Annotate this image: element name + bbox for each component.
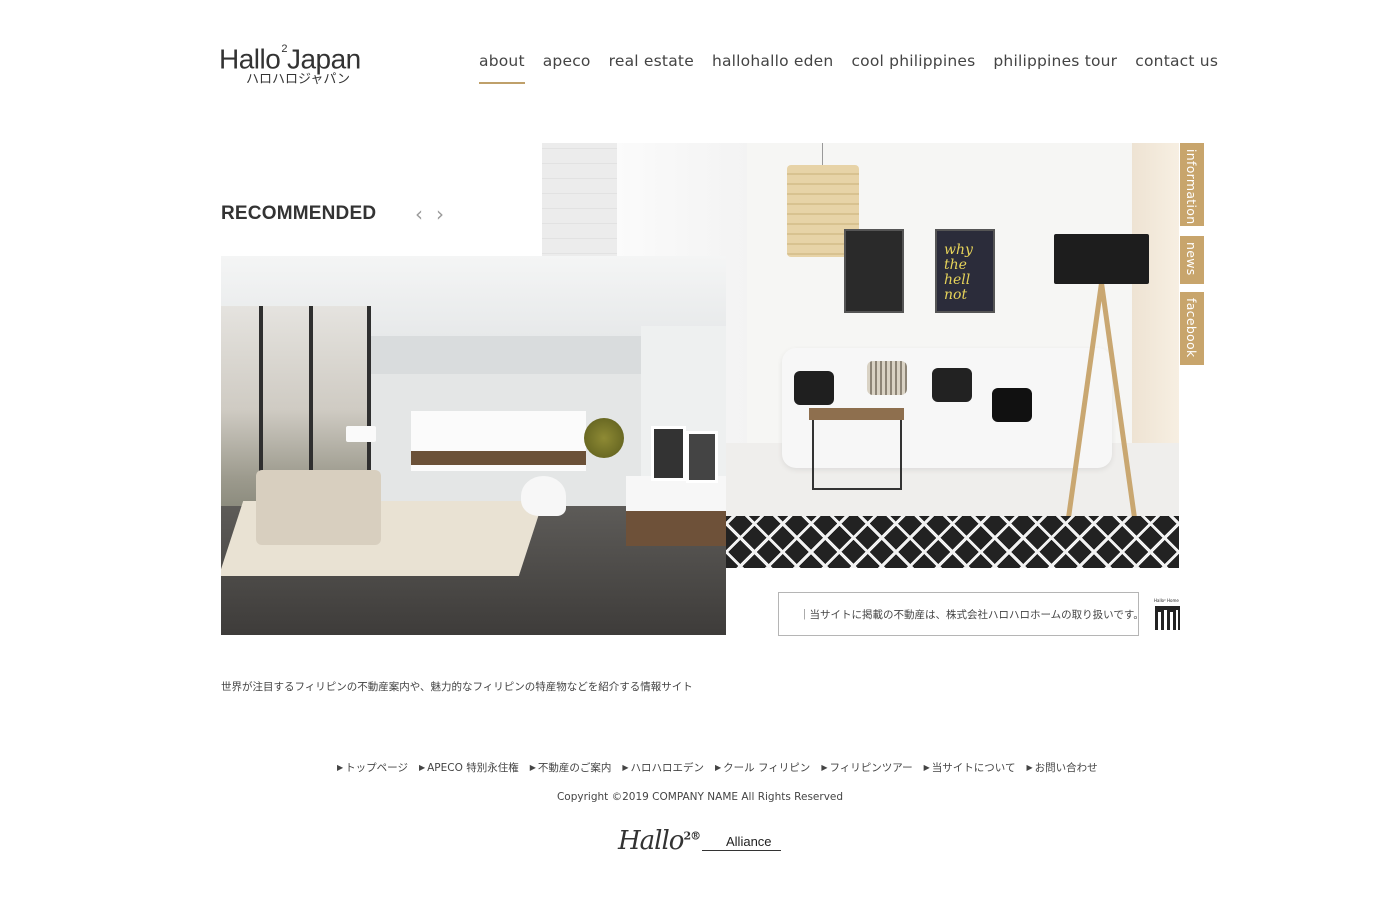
beige-sofa: [256, 470, 381, 545]
site-logo[interactable]: Hallo2Japan ハロハロジャパン: [219, 40, 379, 87]
patterned-rug: [726, 516, 1179, 568]
notice-text: ｜当サイトに掲載の不動産は、株式会社ハロハロホームの取り扱いです。: [799, 609, 1144, 621]
floor-lamp: [1054, 234, 1149, 284]
photo-frame: [686, 431, 718, 483]
nav-philippines-tour[interactable]: philippines tour: [993, 52, 1117, 76]
pillow-black-2: [932, 368, 972, 402]
triangle-icon: ▶: [418, 763, 426, 772]
pillow-stripe: [867, 361, 907, 395]
pendant-cord: [822, 143, 823, 165]
footer-link-tour[interactable]: ▶ フィリピンツアー: [821, 760, 912, 775]
hallo-home-logo-label: Hallo² Home: [1154, 598, 1179, 603]
triangle-poster: [844, 229, 904, 313]
alliance-logo[interactable]: Hallo2® Alliance: [618, 826, 783, 858]
triangle-icon: ▶: [337, 763, 344, 772]
footer-link-real-estate[interactable]: ▶ 不動産のご案内: [530, 760, 612, 775]
main-nav: about apeco real estate hallohallo eden …: [479, 52, 1218, 84]
footer-link-eden[interactable]: ▶ ハロハロエデン: [622, 760, 704, 775]
triangle-icon: ▶: [1026, 763, 1033, 772]
coffee-table-legs: [812, 420, 902, 490]
hero-image-apartment[interactable]: [221, 256, 726, 635]
triangle-icon: ▶: [622, 763, 629, 772]
curtain: [1132, 143, 1179, 493]
prev-arrow-icon[interactable]: ‹: [415, 204, 423, 224]
cabinet-wood: [626, 511, 726, 546]
nav-contact-us[interactable]: contact us: [1135, 52, 1218, 76]
side-tab-facebook-label: facebook: [1184, 298, 1199, 358]
footer-link-about[interactable]: ▶ 当サイトについて: [924, 760, 1016, 775]
photo-frame: [651, 426, 686, 481]
side-tab-facebook[interactable]: facebook: [1180, 292, 1204, 365]
site-description: 世界が注目するフィリピンの不動産案内や、魅力的なフィリピンの特産物などを紹介する…: [221, 681, 693, 693]
side-tab-news[interactable]: news: [1180, 236, 1204, 284]
notice-box: ｜当サイトに掲載の不動産は、株式会社ハロハロホームの取り扱いです。: [778, 592, 1144, 636]
pillow-dark: [992, 388, 1032, 422]
nav-cool-philippines[interactable]: cool philippines: [851, 52, 975, 76]
plant: [584, 418, 624, 458]
triangle-icon: ▶: [715, 763, 722, 772]
nav-about[interactable]: about: [479, 52, 525, 84]
alliance-underline: [702, 850, 781, 851]
triangle-icon: ▶: [529, 763, 536, 772]
footer-link-apeco[interactable]: ▶ APECO 特別永住権: [419, 760, 519, 775]
floor-lamp: [346, 426, 376, 442]
triangle-icon: ▶: [923, 763, 930, 772]
triangle-icon: ▶: [821, 763, 828, 772]
footer-link-top[interactable]: ▶ トップページ: [337, 760, 408, 775]
next-arrow-icon[interactable]: ›: [436, 204, 444, 224]
copyright: Copyright ©2019 COMPANY NAME All Rights …: [556, 791, 844, 803]
coffee-table: [809, 408, 904, 420]
poster-text: why the hell not: [944, 242, 973, 303]
nav-hallohallo-eden[interactable]: hallohallo eden: [712, 52, 834, 76]
nav-apeco[interactable]: apeco: [543, 52, 591, 76]
pillow-black: [794, 371, 834, 405]
logo-katakana: ハロハロジャパン: [246, 72, 351, 87]
footer-link-contact[interactable]: ▶ お問い合わせ: [1026, 760, 1097, 775]
hallo-home-logo[interactable]: Hallo² Home: [1154, 598, 1181, 630]
footer-link-cool-philippines[interactable]: ▶ クール フィリピン: [715, 760, 810, 775]
side-tab-news-label: news: [1184, 242, 1199, 276]
shelf-wood: [411, 451, 586, 465]
recommended-heading: RECOMMENDED: [221, 203, 377, 224]
white-chair: [521, 476, 566, 516]
alliance-script: Hallo2®: [618, 826, 701, 856]
alliance-word: Alliance: [726, 834, 772, 849]
nav-real-estate[interactable]: real estate: [609, 52, 694, 76]
side-tab-information[interactable]: information: [1180, 143, 1204, 226]
footer-nav: ▶ トップページ ▶ APECO 特別永住権 ▶ 不動産のご案内 ▶ ハロハロエデン ▶…: [337, 760, 1098, 775]
side-tab-information-label: information: [1184, 149, 1199, 225]
